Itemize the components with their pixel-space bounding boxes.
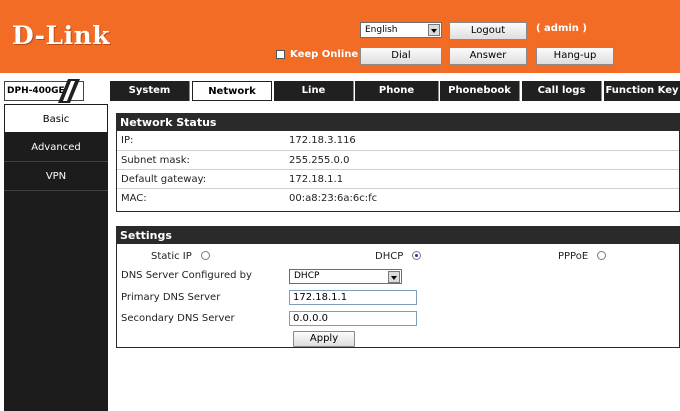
- dhcp-label: DHCP: [375, 251, 404, 262]
- primary-dns-label: Primary DNS Server: [121, 292, 221, 303]
- secondary-dns-label: Secondary DNS Server: [121, 313, 235, 324]
- chevron-down-icon: [428, 24, 440, 36]
- keep-online-option[interactable]: Keep Online: [276, 49, 358, 60]
- status-key: MAC:: [121, 193, 147, 204]
- pppoe-label: PPPoE: [558, 251, 589, 262]
- tab-phonebook[interactable]: Phonebook: [440, 81, 520, 101]
- chevron-down-icon: [388, 271, 400, 283]
- dial-button[interactable]: Dial: [360, 47, 442, 65]
- static-ip-radio[interactable]: [200, 250, 210, 260]
- status-key: Subnet mask:: [121, 155, 190, 166]
- language-select[interactable]: English: [360, 22, 442, 38]
- status-row-gateway: Default gateway: 172.18.1.1: [117, 169, 679, 188]
- dhcp-radio[interactable]: [412, 250, 422, 260]
- dhcp-option[interactable]: DHCP: [375, 250, 422, 262]
- tab-function-key[interactable]: Function Key: [604, 81, 680, 101]
- model-name: DPH-400GE: [7, 86, 65, 96]
- status-value: 172.18.3.116: [289, 135, 356, 146]
- dns-config-label: DNS Server Configured by: [121, 270, 252, 281]
- dns-config-select[interactable]: DHCP: [289, 269, 402, 284]
- user-label: ( admin ): [536, 23, 587, 34]
- network-status-title: Network Status: [117, 114, 679, 131]
- dns-config-value: DHCP: [294, 271, 320, 281]
- sidebar-item-advanced[interactable]: Advanced: [4, 133, 108, 162]
- static-ip-option[interactable]: Static IP: [151, 250, 210, 262]
- sidebar-item-vpn[interactable]: VPN: [4, 162, 108, 191]
- pppoe-option[interactable]: PPPoE: [558, 250, 607, 262]
- settings-panel: Settings Static IP DHCP PPPoE DNS Server…: [116, 226, 680, 348]
- slash-decoration-icon: [58, 79, 80, 103]
- network-status-panel: Network Status IP: 172.18.3.116 Subnet m…: [116, 113, 680, 212]
- static-ip-label: Static IP: [151, 251, 192, 262]
- tab-line[interactable]: Line: [274, 81, 354, 101]
- tab-phone-settings[interactable]: Phone settings: [355, 81, 439, 116]
- settings-title: Settings: [117, 227, 679, 244]
- logout-button[interactable]: Logout: [449, 22, 527, 40]
- answer-button[interactable]: Answer: [449, 47, 527, 65]
- apply-button[interactable]: Apply: [293, 331, 355, 347]
- sidebar-item-basic[interactable]: Basic: [4, 104, 108, 133]
- status-value: 172.18.1.1: [289, 174, 344, 185]
- status-row-ip: IP: 172.18.3.116: [117, 131, 679, 150]
- status-row-subnet: Subnet mask: 255.255.0.0: [117, 150, 679, 169]
- primary-dns-input[interactable]: 172.18.1.1: [289, 290, 417, 305]
- secondary-dns-input[interactable]: 0.0.0.0: [289, 311, 417, 326]
- tab-system[interactable]: System: [110, 81, 190, 101]
- status-value: 255.255.0.0: [289, 155, 350, 166]
- main-nav: DPH-400GE System Network Line Phone sett…: [0, 79, 680, 116]
- status-key: IP:: [121, 135, 134, 146]
- header-bar: D-Link English Logout ( admin ) Keep Onl…: [0, 0, 680, 73]
- dlink-logo: D-Link: [12, 21, 111, 50]
- keep-online-checkbox[interactable]: [276, 50, 285, 59]
- tab-network[interactable]: Network: [192, 81, 272, 101]
- status-row-mac: MAC: 00:a8:23:6a:6c:fc: [117, 188, 679, 207]
- hangup-button[interactable]: Hang-up: [536, 47, 614, 65]
- pppoe-radio[interactable]: [597, 250, 607, 260]
- status-value: 00:a8:23:6a:6c:fc: [289, 193, 378, 204]
- tab-call-logs[interactable]: Call logs: [522, 81, 602, 101]
- keep-online-label: Keep Online: [290, 49, 359, 60]
- language-select-value: English: [365, 25, 398, 35]
- status-key: Default gateway:: [121, 174, 207, 185]
- sidebar: Basic Advanced VPN: [4, 104, 108, 411]
